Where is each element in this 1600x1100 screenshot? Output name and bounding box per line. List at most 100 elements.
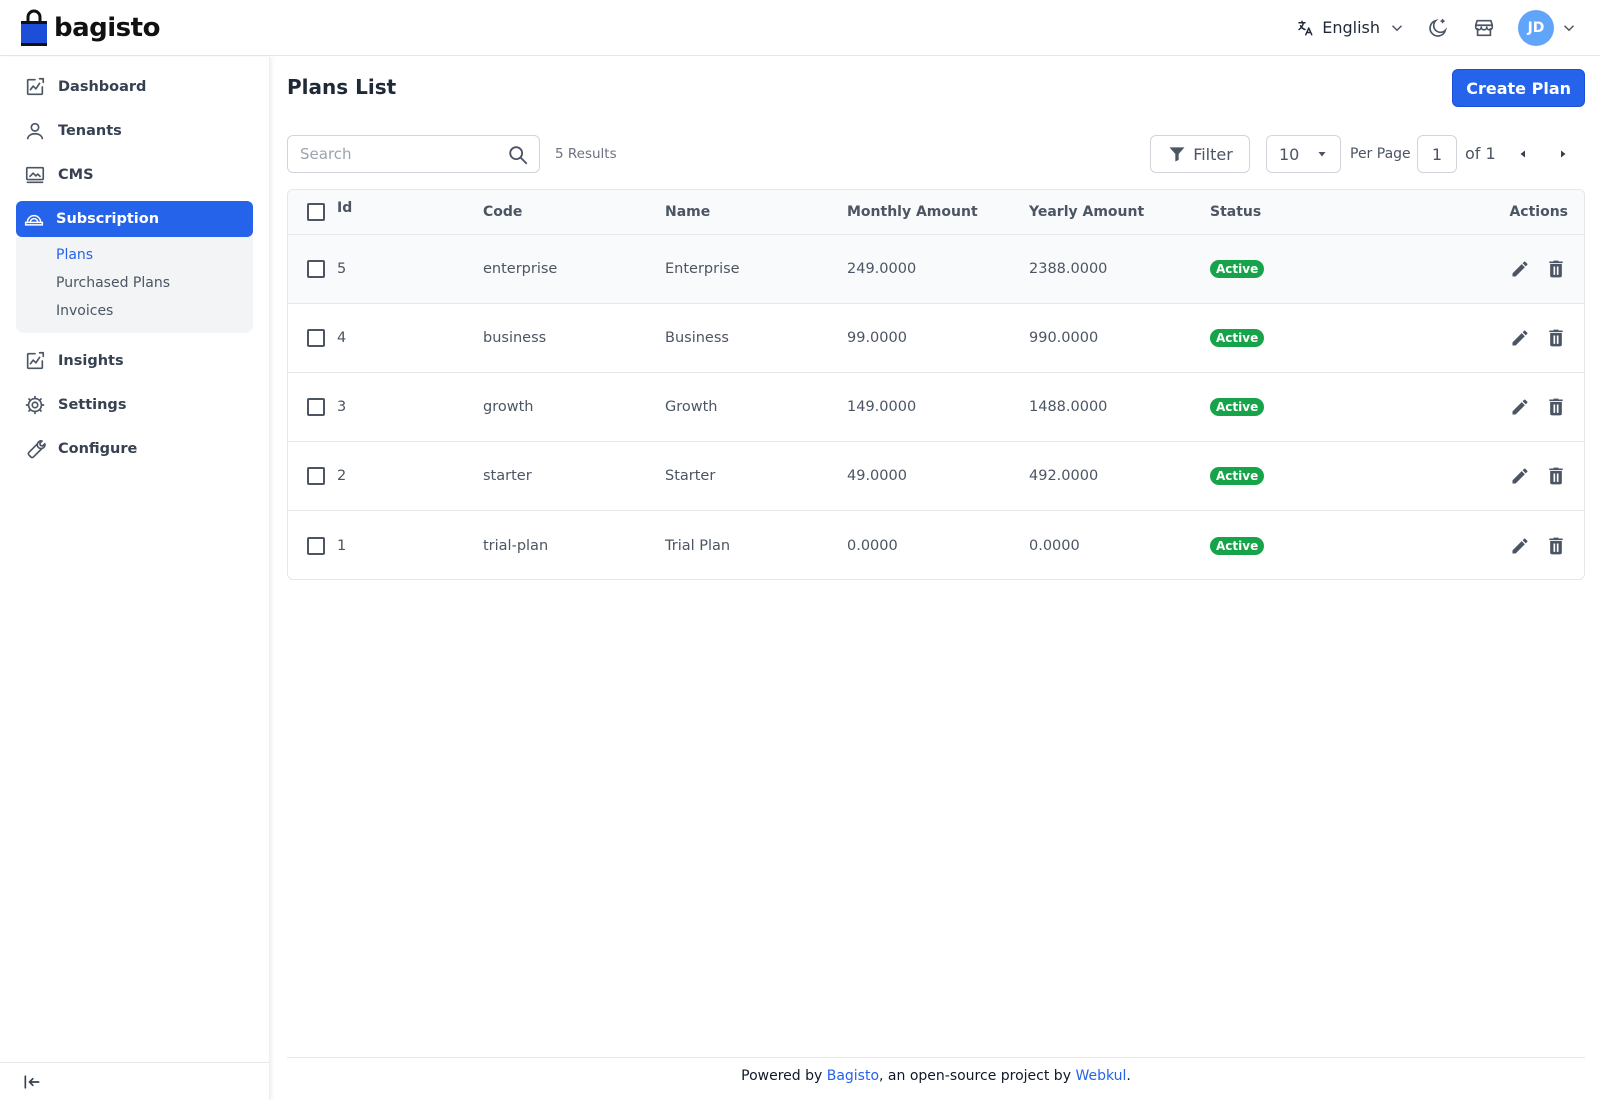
filter-label: Filter [1193, 144, 1233, 164]
row-checkbox[interactable] [307, 329, 325, 347]
per-page-select[interactable]: 10 [1266, 135, 1341, 173]
select-all-checkbox[interactable] [307, 203, 325, 221]
page-title: Plans List [287, 75, 397, 99]
dashboard-icon [26, 77, 45, 96]
delete-button[interactable] [1544, 464, 1568, 488]
brand-logo[interactable]: bagisto [20, 9, 160, 47]
cell-yearly-amount: 492.0000 [1029, 468, 1099, 484]
language-switcher[interactable]: English [1296, 18, 1406, 37]
subscription-submenu: Plans Purchased Plans Invoices [16, 237, 253, 333]
user-avatar[interactable]: JD [1518, 9, 1554, 46]
user-icon [26, 122, 44, 140]
delete-button[interactable] [1544, 534, 1568, 558]
table-row: 4 business Business 99.0000 990.0000 Act… [288, 304, 1584, 373]
cell-yearly-amount: 990.0000 [1029, 330, 1099, 346]
language-label: English [1322, 18, 1380, 37]
delete-button[interactable] [1544, 395, 1568, 419]
sidebar-item-label: Tenants [58, 123, 122, 139]
row-checkbox[interactable] [307, 467, 325, 485]
results-count: 5 Results [555, 146, 617, 162]
edit-button[interactable] [1508, 464, 1532, 488]
column-header-monthly-amount[interactable]: Monthly Amount [847, 204, 978, 220]
collapse-sidebar-button[interactable] [0, 1062, 269, 1100]
sidebar-item-settings[interactable]: Settings [16, 387, 253, 423]
cell-code: enterprise [483, 261, 558, 277]
delete-button[interactable] [1544, 326, 1568, 350]
caret-down-icon [1318, 152, 1326, 157]
translate-icon [1298, 20, 1313, 35]
moon-icon [1429, 18, 1448, 37]
delete-button[interactable] [1544, 257, 1568, 281]
column-header-actions: Actions [1509, 204, 1568, 220]
trash-icon [1549, 467, 1563, 485]
per-page-label: Per Page [1350, 146, 1411, 162]
table-row: 5 enterprise Enterprise 249.0000 2388.00… [288, 235, 1584, 304]
caret-left-icon [1520, 150, 1525, 158]
sidebar-item-configure[interactable]: Configure [16, 431, 253, 467]
edit-button[interactable] [1508, 395, 1532, 419]
column-header-code[interactable]: Code [483, 204, 522, 220]
cell-id: 5 [337, 261, 347, 277]
submenu-item-plans[interactable]: Plans [16, 241, 253, 269]
cell-id: 3 [337, 399, 347, 415]
cell-code: trial-plan [483, 537, 549, 554]
trash-icon [1549, 398, 1563, 416]
column-header-yearly-amount[interactable]: Yearly Amount [1029, 204, 1144, 220]
table-header: Id Code Name Monthly Amount Yearly Amoun… [288, 190, 1584, 235]
bagisto-link[interactable]: Bagisto [827, 1068, 879, 1084]
pencil-icon [1512, 468, 1528, 484]
cell-monthly-amount: 49.0000 [847, 468, 907, 484]
top-header: bagisto English JD [0, 0, 1600, 56]
cell-monthly-amount: 0.0000 [847, 537, 898, 554]
cell-name: Growth [665, 399, 718, 415]
cell-status: Active [1210, 536, 1265, 555]
next-page-button[interactable] [1553, 144, 1573, 164]
sidebar-item-dashboard[interactable]: Dashboard [16, 69, 253, 105]
edit-button[interactable] [1508, 257, 1532, 281]
trash-icon [1549, 329, 1563, 347]
submenu-item-invoices[interactable]: Invoices [16, 297, 253, 325]
sidebar-item-label: Configure [58, 441, 138, 457]
status-badge: Active [1210, 467, 1265, 485]
status-badge: Active [1210, 329, 1265, 347]
cell-name: Business [665, 330, 729, 346]
per-page-value: 10 [1279, 144, 1300, 164]
storefront-button[interactable] [1472, 16, 1496, 40]
create-plan-button[interactable]: Create Plan [1452, 69, 1585, 107]
caret-right-icon [1561, 150, 1566, 158]
sidebar-item-tenants[interactable]: Tenants [16, 113, 253, 149]
edit-button[interactable] [1508, 534, 1532, 558]
row-checkbox[interactable] [307, 536, 325, 555]
row-checkbox[interactable] [307, 398, 325, 416]
sidebar-item-insights[interactable]: Insights [16, 343, 253, 379]
submenu-item-purchased-plans[interactable]: Purchased Plans [16, 269, 253, 297]
edit-button[interactable] [1508, 326, 1532, 350]
cell-status: Active [1210, 398, 1265, 416]
page-number-input[interactable] [1417, 135, 1457, 173]
filter-button[interactable]: Filter [1150, 135, 1250, 173]
cell-yearly-amount: 0.0000 [1029, 537, 1080, 554]
cell-name: Starter [665, 468, 716, 484]
webkul-link[interactable]: Webkul [1075, 1068, 1126, 1084]
previous-page-button[interactable] [1513, 144, 1533, 164]
column-header-name[interactable]: Name [665, 204, 710, 220]
table-row: 1 trial-plan Trial Plan 0.0000 0.0000 Ac… [288, 511, 1584, 579]
page-total-label: of 1 [1465, 144, 1496, 163]
chevron-down-icon[interactable] [1560, 19, 1578, 37]
page-footer: Powered by Bagisto, an open-source proje… [287, 1057, 1585, 1100]
pencil-icon [1512, 399, 1528, 415]
column-header-id[interactable]: Id [337, 200, 352, 216]
search-input[interactable] [288, 136, 498, 172]
cell-status: Active [1210, 260, 1265, 278]
trash-icon [1549, 537, 1563, 554]
sidebar-item-subscription[interactable]: Subscription [16, 201, 253, 237]
dark-mode-toggle[interactable] [1426, 16, 1450, 40]
sidebar-item-cms[interactable]: CMS [16, 157, 253, 193]
row-checkbox[interactable] [307, 260, 325, 278]
subscription-icon [24, 214, 44, 226]
search-icon[interactable] [507, 144, 529, 166]
cell-yearly-amount: 1488.0000 [1029, 399, 1108, 415]
column-header-status[interactable]: Status [1210, 204, 1261, 220]
insights-icon [26, 351, 45, 370]
pencil-icon [1512, 330, 1528, 346]
